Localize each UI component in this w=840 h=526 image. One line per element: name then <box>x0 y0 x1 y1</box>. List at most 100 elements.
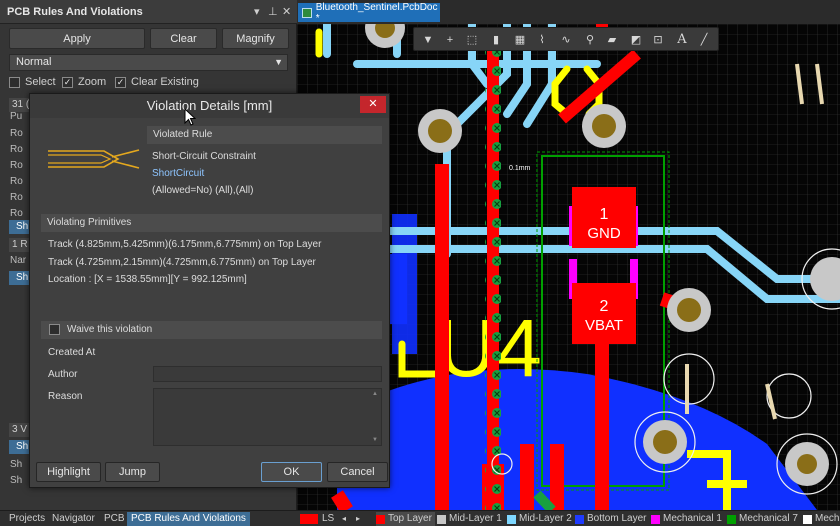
rule-row[interactable]: Ro <box>10 208 23 219</box>
pad2-net: VBAT <box>585 317 623 334</box>
waive-checkbox[interactable] <box>49 324 60 335</box>
chart-icon[interactable]: ▮ <box>488 32 504 48</box>
waive-label: Waive this violation <box>67 324 153 335</box>
line-icon[interactable]: ╱ <box>696 32 712 48</box>
primitive-track-2: Track (4.725mm,2.15mm)(4.725mm,6.775mm) … <box>48 257 316 268</box>
dialog-close-button[interactable]: ✕ <box>360 96 386 113</box>
layer-tab-bottom[interactable]: Bottom Layer <box>575 512 646 526</box>
layer-swatch <box>507 514 516 524</box>
rule-scope: (Allowed=No) (All),(All) <box>152 185 254 196</box>
tab-projects[interactable]: Projects <box>9 512 45 526</box>
layer-tab-mid1[interactable]: Mid-Layer 1 <box>437 512 502 526</box>
text-icon[interactable]: A <box>674 32 690 48</box>
waive-section: Waive this violation <box>41 321 382 339</box>
reason-field[interactable]: ▲ ▼ <box>153 388 382 446</box>
scroll-up-icon[interactable]: ▲ <box>372 391 378 397</box>
route-icon[interactable]: ⌇ <box>534 32 550 48</box>
rule-row[interactable]: Ro <box>10 176 23 187</box>
layer-swatch <box>575 514 584 524</box>
select-rect-icon[interactable]: ⬚ <box>464 32 480 48</box>
zoom-checkbox-label: Zoom <box>78 76 107 88</box>
violations-group-header: 1 R <box>9 238 31 252</box>
chevron-down-icon: ▼ <box>274 57 283 67</box>
highlight-button[interactable]: Highlight <box>36 462 101 482</box>
layer-tab-top[interactable]: Top Layer <box>376 512 435 526</box>
fill-icon[interactable]: ▰ <box>604 32 620 48</box>
component-icon[interactable]: ▦ <box>512 32 528 48</box>
sub-violation-row[interactable]: Sh <box>10 459 22 470</box>
ok-button[interactable]: OK <box>261 462 322 482</box>
jump-button[interactable]: Jump <box>105 462 160 482</box>
filter-mode-value: Normal <box>16 56 52 68</box>
rule-type: Short-Circuit Constraint <box>152 151 256 162</box>
primitive-track-1: Track (4.825mm,5.425mm)(6.175mm,6.775mm)… <box>48 239 322 250</box>
layer-label: Top Layer <box>388 513 432 524</box>
rule-row[interactable]: Ro <box>10 144 23 155</box>
tab-pcb[interactable]: PCB <box>104 512 125 526</box>
tab-pcb-rules-violations[interactable]: PCB Rules And Violations <box>127 512 250 526</box>
panel-header: PCB Rules And Violations ▾ ⊥ ✕ <box>0 0 297 24</box>
layer-tab-mech1[interactable]: Mechanical 1 <box>651 512 722 526</box>
layer-tab-mech[interactable]: Mech <box>803 512 839 526</box>
tab-navigator[interactable]: Navigator <box>52 512 95 526</box>
violation-location: Location : [X = 1538.55mm][Y = 992.125mm… <box>48 274 247 285</box>
short-circuit-icon <box>48 149 140 169</box>
apply-button[interactable]: Apply <box>9 28 145 49</box>
clear-existing-checkbox-box[interactable]: ✓ <box>115 76 126 88</box>
layer-swatch <box>376 514 385 524</box>
layer-set-indicator[interactable]: LS <box>322 512 334 526</box>
layer-label: Mech <box>815 513 840 524</box>
rule-row[interactable]: Ro <box>10 192 23 203</box>
close-icon: ✕ <box>368 98 378 110</box>
rule-row[interactable]: Pu <box>10 111 22 122</box>
pad2-number: 2 <box>600 298 609 315</box>
clear-existing-checkbox[interactable]: ✓ Clear Existing <box>115 76 199 88</box>
mouse-cursor-icon <box>184 108 196 126</box>
layer-label: Bottom Layer <box>587 513 647 524</box>
pcb-active-toolbar: ▼ + ⬚ ▮ ▦ ⌇ ∿ ⚲ ▰ ◩ ⊡ A ╱ <box>413 27 719 51</box>
crosshair-icon[interactable]: + <box>442 32 458 48</box>
rule-row[interactable]: Ro <box>10 128 23 139</box>
layer-swatch <box>803 514 812 524</box>
layer-swatch <box>437 514 446 524</box>
layer-tab-mech7[interactable]: Mechanical 7 <box>727 512 798 526</box>
dimension-icon[interactable]: ⊡ <box>650 32 666 48</box>
panel-close-icon[interactable]: ✕ <box>282 5 291 18</box>
zoom-checkbox-box[interactable]: ✓ <box>62 76 73 88</box>
zoom-checkbox[interactable]: ✓ Zoom <box>62 76 106 88</box>
filter-icon[interactable]: ▼ <box>420 32 436 48</box>
layer-tab-mid2[interactable]: Mid-Layer 2 <box>507 512 572 526</box>
author-field[interactable] <box>153 366 382 382</box>
layer-scroll-left-icon[interactable]: ◂ <box>342 512 346 526</box>
polygon-icon[interactable]: ◩ <box>628 32 644 48</box>
cancel-button[interactable]: Cancel <box>327 462 388 482</box>
scroll-down-icon[interactable]: ▼ <box>372 437 378 443</box>
document-tab[interactable]: Bluetooth_Sentinel.PcbDoc * <box>298 2 440 24</box>
bottom-bar: Projects Navigator PCB PCB Rules And Vio… <box>0 510 840 526</box>
pin-icon[interactable]: ⚲ <box>582 32 598 48</box>
layer-label: Mechanical 7 <box>739 513 798 524</box>
violated-rule-header: Violated Rule <box>147 126 382 144</box>
rule-name-link[interactable]: ShortCircuit <box>152 168 204 179</box>
author-label: Author <box>48 369 78 380</box>
filter-mode-select[interactable]: Normal ▼ <box>9 54 288 71</box>
layer-scroll-right-icon[interactable]: ▸ <box>356 512 360 526</box>
violation-details-dialog: Violation Details [mm] ✕ Violated Rule S… <box>29 93 390 488</box>
pcb-doc-icon <box>302 7 312 18</box>
sub-violation-row[interactable]: Sh <box>10 475 22 486</box>
violations-column-header: Nar <box>10 255 27 266</box>
pin-icon[interactable]: ⊥ <box>268 5 278 18</box>
select-checkbox[interactable]: Select <box>9 76 56 88</box>
select-checkbox-box[interactable] <box>9 76 20 88</box>
pad1-net: GND <box>587 225 621 242</box>
layer-swatch <box>727 514 736 524</box>
current-layer-swatch[interactable] <box>300 514 318 524</box>
diff-pair-icon[interactable]: ∿ <box>558 32 574 48</box>
clear-button[interactable]: Clear <box>150 28 217 49</box>
panel-menu-icon[interactable]: ▾ <box>254 5 260 18</box>
pad1-number: 1 <box>600 206 609 223</box>
panel-title: PCB Rules And Violations <box>7 6 143 18</box>
rule-row[interactable]: Ro <box>10 160 23 171</box>
magnify-button[interactable]: Magnify <box>222 28 289 49</box>
select-checkbox-label: Select <box>25 76 56 88</box>
